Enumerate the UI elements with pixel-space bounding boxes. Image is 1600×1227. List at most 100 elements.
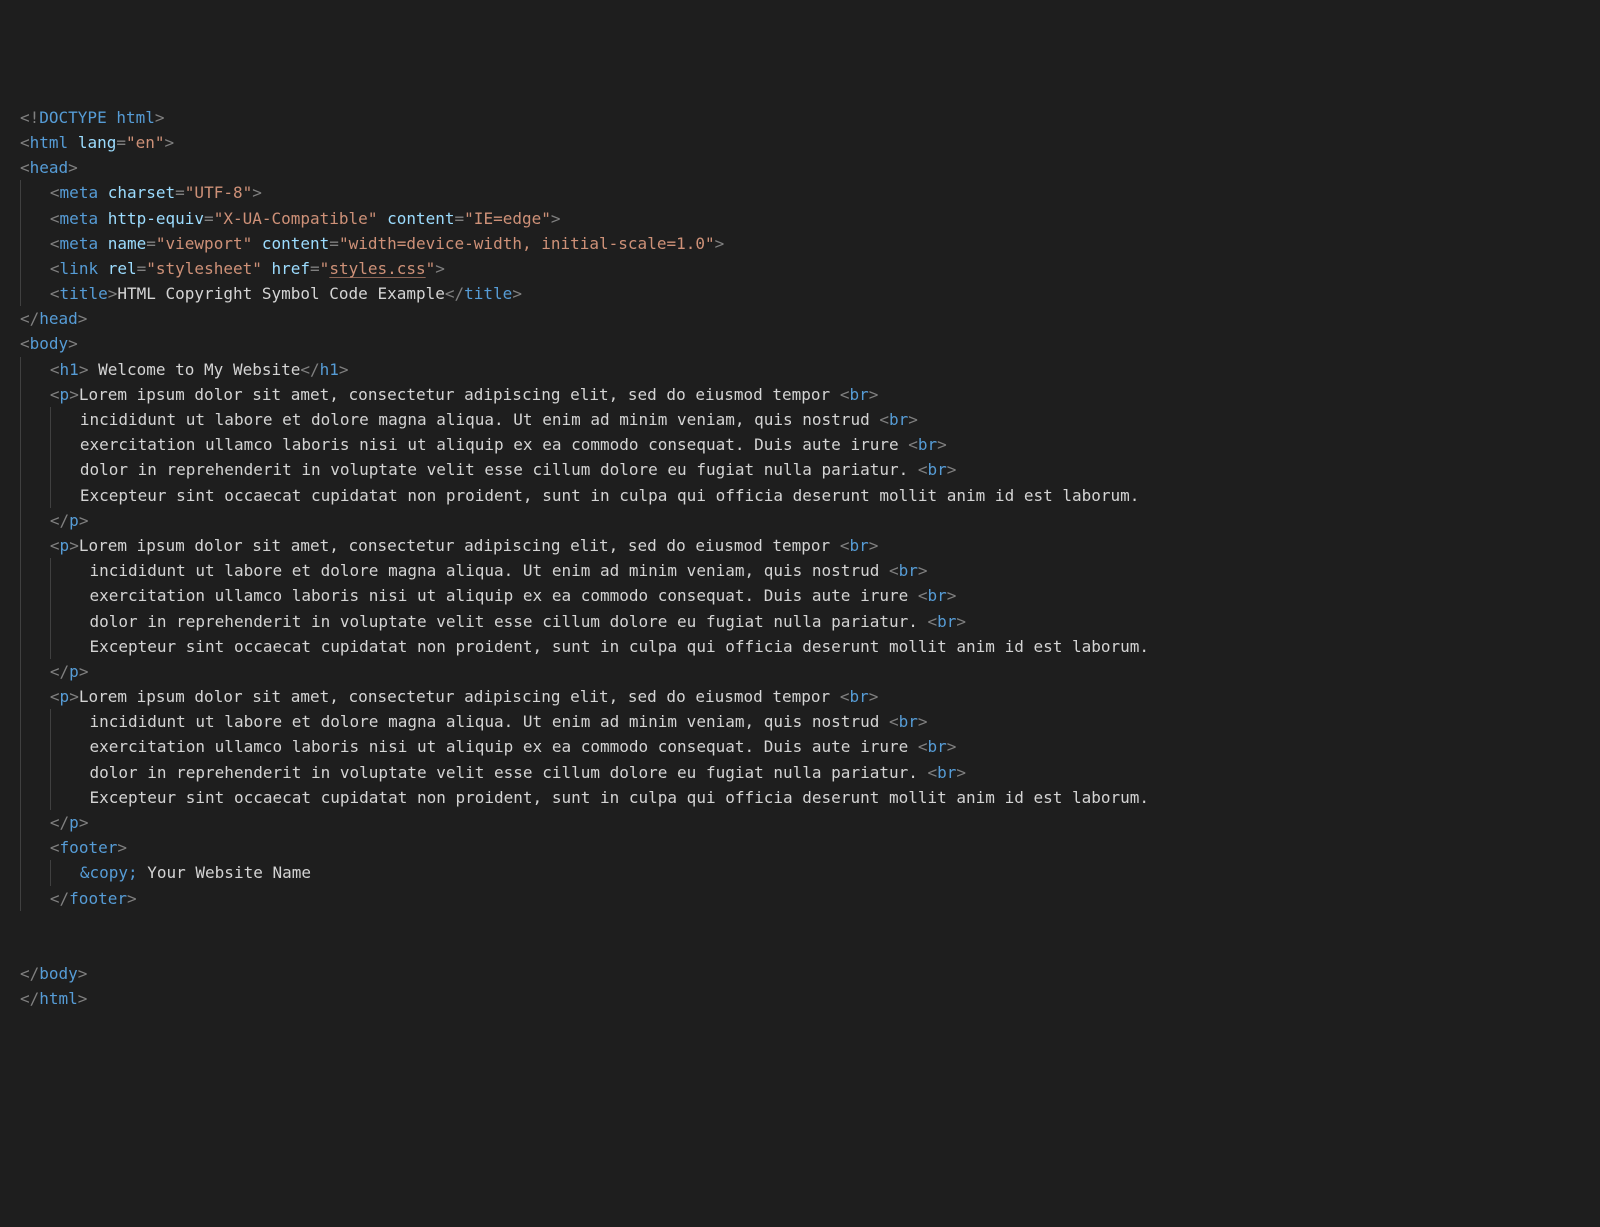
token-text: HTML Copyright Symbol Code Example: [117, 284, 445, 303]
code-line[interactable]: <p>Lorem ipsum dolor sit amet, consectet…: [20, 684, 1600, 709]
code-line[interactable]: <body>: [20, 331, 1600, 356]
code-line[interactable]: <link rel="stylesheet" href="styles.css"…: [20, 256, 1600, 281]
code-line[interactable]: <meta name="viewport" content="width=dev…: [20, 231, 1600, 256]
token-punct: >: [127, 889, 137, 908]
code-line[interactable]: <h1> Welcome to My Website</h1>: [20, 357, 1600, 382]
token-punct: <: [918, 586, 928, 605]
token-attr-val: ": [426, 259, 436, 278]
token-punct: <: [50, 838, 60, 857]
code-line[interactable]: Excepteur sint occaecat cupidatat non pr…: [20, 634, 1600, 659]
code-line[interactable]: dolor in reprehenderit in voluptate veli…: [20, 457, 1600, 482]
token-tag: title: [60, 284, 108, 303]
token-punct: </: [50, 511, 69, 530]
token-tag: meta: [60, 234, 99, 253]
code-line[interactable]: Excepteur sint occaecat cupidatat non pr…: [20, 785, 1600, 810]
token-punct: </: [50, 813, 69, 832]
code-line[interactable]: <head>: [20, 155, 1600, 180]
token-tag: p: [69, 813, 79, 832]
token-punct: >: [918, 712, 928, 731]
token-punct: =: [146, 234, 156, 253]
token-punct: >: [947, 460, 957, 479]
token-punct: >: [512, 284, 522, 303]
token-text: [252, 234, 262, 253]
token-text: [68, 133, 78, 152]
token-tag: br: [849, 385, 868, 404]
token-punct: <!: [20, 108, 39, 127]
code-line[interactable]: [20, 911, 1600, 936]
token-punct: <: [928, 763, 938, 782]
token-punct: <: [50, 687, 60, 706]
code-line[interactable]: <p>Lorem ipsum dolor sit amet, consectet…: [20, 533, 1600, 558]
token-punct: <: [889, 712, 899, 731]
token-entity: &copy;: [80, 863, 138, 882]
code-line[interactable]: &copy; Your Website Name: [20, 860, 1600, 885]
token-tag: footer: [69, 889, 127, 908]
code-line[interactable]: <footer>: [20, 835, 1600, 860]
code-line[interactable]: Excepteur sint occaecat cupidatat non pr…: [20, 483, 1600, 508]
code-line[interactable]: incididunt ut labore et dolore magna ali…: [20, 558, 1600, 583]
code-line[interactable]: exercitation ullamco laboris nisi ut ali…: [20, 734, 1600, 759]
code-line[interactable]: <title>HTML Copyright Symbol Code Exampl…: [20, 281, 1600, 306]
token-tag: meta: [60, 209, 99, 228]
token-tag: html: [116, 108, 155, 127]
token-tag: head: [39, 309, 78, 328]
token-punct: >: [68, 334, 78, 353]
token-text: dolor in reprehenderit in voluptate veli…: [80, 612, 928, 631]
code-line[interactable]: </p>: [20, 810, 1600, 835]
token-text: dolor in reprehenderit in voluptate veli…: [80, 763, 928, 782]
code-line[interactable]: </head>: [20, 306, 1600, 331]
token-tag: body: [39, 964, 78, 983]
token-punct: >: [947, 586, 957, 605]
token-tag: link: [60, 259, 99, 278]
token-text: Lorem ipsum dolor sit amet, consectetur …: [79, 385, 840, 404]
token-text: Your Website Name: [138, 863, 311, 882]
code-line[interactable]: </footer>: [20, 886, 1600, 911]
token-punct: </: [20, 989, 39, 1008]
token-tag: br: [889, 410, 908, 429]
token-punct: >: [165, 133, 175, 152]
token-punct: </: [50, 662, 69, 681]
code-line[interactable]: [20, 936, 1600, 961]
token-punct: >: [69, 385, 79, 404]
token-attr-val: "UTF-8": [185, 183, 252, 202]
token-punct: <: [928, 612, 938, 631]
code-line[interactable]: </p>: [20, 659, 1600, 684]
code-line[interactable]: </html>: [20, 986, 1600, 1011]
token-tag: p: [60, 385, 70, 404]
token-attr-val: ": [320, 259, 330, 278]
code-line[interactable]: exercitation ullamco laboris nisi ut ali…: [20, 583, 1600, 608]
token-punct: >: [108, 284, 118, 303]
code-line[interactable]: incididunt ut labore et dolore magna ali…: [20, 709, 1600, 734]
token-punct: </: [445, 284, 464, 303]
token-attr-name: rel: [108, 259, 137, 278]
code-line[interactable]: <html lang="en">: [20, 130, 1600, 155]
token-attr-val: "IE=edge": [464, 209, 551, 228]
token-punct: <: [20, 158, 30, 177]
code-line[interactable]: </p>: [20, 508, 1600, 533]
code-editor[interactable]: <!DOCTYPE html><html lang="en"><head> <m…: [0, 101, 1600, 1032]
code-line[interactable]: dolor in reprehenderit in voluptate veli…: [20, 609, 1600, 634]
token-punct: <: [889, 561, 899, 580]
token-attr-val: "viewport": [156, 234, 252, 253]
token-punct: >: [947, 737, 957, 756]
token-punct: >: [252, 183, 262, 202]
token-punct: =: [329, 234, 339, 253]
token-tag: br: [899, 712, 918, 731]
token-attr-val: "X-UA-Compatible": [214, 209, 378, 228]
token-tag: h1: [60, 360, 79, 379]
token-punct: <: [20, 133, 30, 152]
code-line[interactable]: <!DOCTYPE html>: [20, 105, 1600, 130]
code-line[interactable]: </body>: [20, 961, 1600, 986]
token-tag: p: [60, 687, 70, 706]
token-punct: =: [116, 133, 126, 152]
code-line[interactable]: <meta charset="UTF-8">: [20, 180, 1600, 205]
code-line[interactable]: <meta http-equiv="X-UA-Compatible" conte…: [20, 206, 1600, 231]
code-line[interactable]: incididunt ut labore et dolore magna ali…: [20, 407, 1600, 432]
token-punct: <: [50, 209, 60, 228]
token-tag: meta: [60, 183, 99, 202]
code-line[interactable]: <p>Lorem ipsum dolor sit amet, consectet…: [20, 382, 1600, 407]
code-line[interactable]: dolor in reprehenderit in voluptate veli…: [20, 760, 1600, 785]
token-tag: br: [928, 586, 947, 605]
token-attr-name: content: [262, 234, 329, 253]
code-line[interactable]: exercitation ullamco laboris nisi ut ali…: [20, 432, 1600, 457]
